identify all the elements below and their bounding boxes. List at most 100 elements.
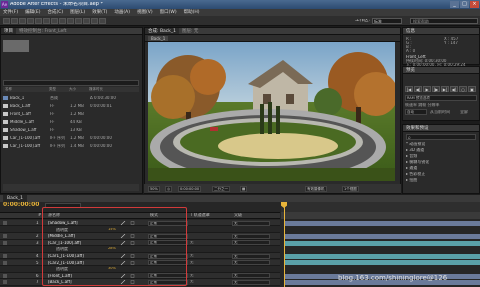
play-button[interactable]: ▶: [423, 86, 431, 92]
parent-select[interactable]: 无: [232, 279, 270, 285]
layer-duration-bar[interactable]: [285, 220, 480, 226]
project-item[interactable]: Car_[1-100].aff IFF 序列 1.4 MB 0:00:00:00: [3, 142, 139, 149]
project-item[interactable]: Back_1 合成 Δ 0:00:30:00: [3, 94, 139, 101]
visibility-eye-icon[interactable]: [3, 280, 7, 285]
tab-project[interactable]: 项目: [1, 28, 16, 34]
parent-select[interactable]: 无: [232, 220, 270, 226]
layer-duration-bar[interactable]: [285, 253, 480, 259]
current-time-indicator[interactable]: [284, 202, 285, 287]
puppet-tool-icon[interactable]: [99, 18, 106, 24]
project-item[interactable]: Car_[1-100].aff IFF 序列 1.2 MB 0:00:00:00: [3, 134, 139, 141]
effects-category[interactable]: ▸ 通道: [406, 166, 417, 170]
comp-subtab[interactable]: Back_1: [148, 36, 169, 41]
menu-composition[interactable]: 合成(C): [47, 9, 63, 16]
visibility-eye-icon[interactable]: [3, 260, 7, 265]
composition-viewer[interactable]: [148, 42, 395, 181]
tab-composition[interactable]: 合成: Back_1: [145, 28, 179, 34]
menu-view[interactable]: 视图(V): [137, 9, 153, 16]
zoom-select[interactable]: 50%: [148, 186, 160, 192]
track-matte-select[interactable]: 无: [190, 254, 194, 258]
full-screen-checkbox[interactable]: 全屏: [460, 110, 468, 114]
first-frame-button[interactable]: |◀: [405, 86, 413, 92]
col-track-matte[interactable]: T 轨道遮罩: [190, 213, 210, 217]
menu-file[interactable]: 文件(F): [3, 9, 18, 16]
visibility-eye-icon[interactable]: [3, 240, 7, 245]
menu-layer[interactable]: 图层(L): [70, 9, 85, 16]
effects-category[interactable]: ▸ 扭曲: [406, 178, 417, 182]
camera-tool-icon[interactable]: [35, 18, 42, 24]
menu-window[interactable]: 窗口(W): [160, 9, 177, 16]
tab-timeline-back1[interactable]: Back_1: [3, 195, 28, 202]
column-size[interactable]: 大小: [69, 87, 89, 92]
search-help-input[interactable]: 搜索帮助: [410, 18, 478, 24]
project-search-input[interactable]: [3, 80, 139, 86]
selection-tool-icon[interactable]: [3, 18, 10, 24]
project-item[interactable]: Middle_L.aff FF 44 KB: [3, 118, 139, 125]
layer-duration-bar[interactable]: [285, 233, 480, 239]
grid-toggle-icon[interactable]: ▦: [240, 186, 248, 192]
mask-tool-icon[interactable]: [51, 18, 58, 24]
track-matte-select[interactable]: 无: [190, 274, 194, 278]
close-button[interactable]: ×: [470, 1, 479, 8]
effects-category[interactable]: ▸ 色彩校正: [406, 172, 425, 176]
tab-effects-presets[interactable]: 效果和预设: [403, 126, 432, 131]
column-name[interactable]: 名称: [3, 87, 49, 92]
timeline-current-time[interactable]: 0:00:00:00: [3, 202, 39, 208]
visibility-eye-icon[interactable]: [3, 221, 7, 225]
resolution-select[interactable]: 二分之一: [212, 186, 230, 192]
active-camera-select[interactable]: 有效摄像机: [305, 186, 327, 192]
visibility-eye-icon[interactable]: [3, 273, 7, 278]
ram-preview-options-select[interactable]: RAM 预览选项: [405, 95, 477, 101]
loop-button[interactable]: ○: [459, 86, 467, 92]
from-current-time-checkbox[interactable]: 从当前时间: [430, 110, 450, 114]
track-matte-select[interactable]: 无: [190, 261, 194, 265]
frame-rate-select[interactable]: 自动: [405, 109, 427, 115]
track-matte-select[interactable]: 无: [190, 241, 194, 245]
parent-select[interactable]: 无: [232, 233, 270, 239]
column-type[interactable]: 类型: [49, 87, 69, 92]
menu-edit[interactable]: 编辑(E): [25, 9, 40, 16]
menu-animation[interactable]: 动画(A): [114, 9, 130, 16]
brush-tool-icon[interactable]: [75, 18, 82, 24]
tab-layer[interactable]: 图层: 无: [179, 28, 201, 34]
col-parent[interactable]: 父级: [234, 213, 242, 217]
tab-effect-controls[interactable]: 特效控制台: Front_Left: [16, 28, 70, 34]
tab-info[interactable]: 信息: [403, 29, 418, 34]
audio-toggle-button[interactable]: ◀): [450, 86, 458, 92]
minimize-button[interactable]: _: [450, 1, 459, 8]
track-matte-select[interactable]: 无: [190, 280, 194, 284]
next-frame-button[interactable]: |▶: [432, 86, 440, 92]
prev-frame-button[interactable]: ◀|: [414, 86, 422, 92]
parent-select[interactable]: 无: [232, 273, 270, 279]
menu-help[interactable]: 帮助(H): [184, 9, 200, 16]
effects-search-input[interactable]: ρ: [406, 134, 476, 140]
project-item[interactable]: Shadow_L.aff FF 13 KB: [3, 126, 139, 133]
maximize-button[interactable]: □: [460, 1, 469, 8]
clone-tool-icon[interactable]: [83, 18, 90, 24]
project-item[interactable]: Front_L.aff FF 1.2 MB: [3, 110, 139, 117]
view-layout-select[interactable]: 1个视图: [342, 186, 359, 192]
tab-preview[interactable]: 预览: [403, 68, 418, 73]
parent-select[interactable]: 无: [232, 253, 270, 259]
work-area-bar[interactable]: [281, 212, 480, 219]
effects-category[interactable]: ▸ 3D 通道: [406, 148, 424, 152]
layer-duration-bar[interactable]: [285, 240, 480, 246]
menu-effect[interactable]: 效果(T): [92, 9, 107, 16]
project-item[interactable]: Back_L.aff FF 1.2 MB 0:00:00:01: [3, 102, 139, 109]
eraser-tool-icon[interactable]: [91, 18, 98, 24]
visibility-eye-icon[interactable]: [3, 234, 7, 239]
column-duration[interactable]: 媒体时长: [89, 87, 119, 92]
hand-tool-icon[interactable]: [11, 18, 18, 24]
zoom-tool-icon[interactable]: [19, 18, 26, 24]
parent-select[interactable]: 无: [232, 240, 270, 246]
effects-category[interactable]: ▸ 音频: [406, 154, 417, 158]
layer-duration-bar[interactable]: [285, 260, 480, 266]
visibility-eye-icon[interactable]: [3, 254, 7, 258]
parent-select[interactable]: 无: [232, 260, 270, 266]
pen-tool-icon[interactable]: [59, 18, 66, 24]
workspace-select[interactable]: 标准: [372, 18, 402, 24]
time-ruler[interactable]: [281, 202, 480, 212]
last-frame-button[interactable]: ▶|: [441, 86, 449, 92]
effects-category[interactable]: * 动画预设: [406, 142, 425, 146]
pan-behind-tool-icon[interactable]: [43, 18, 50, 24]
